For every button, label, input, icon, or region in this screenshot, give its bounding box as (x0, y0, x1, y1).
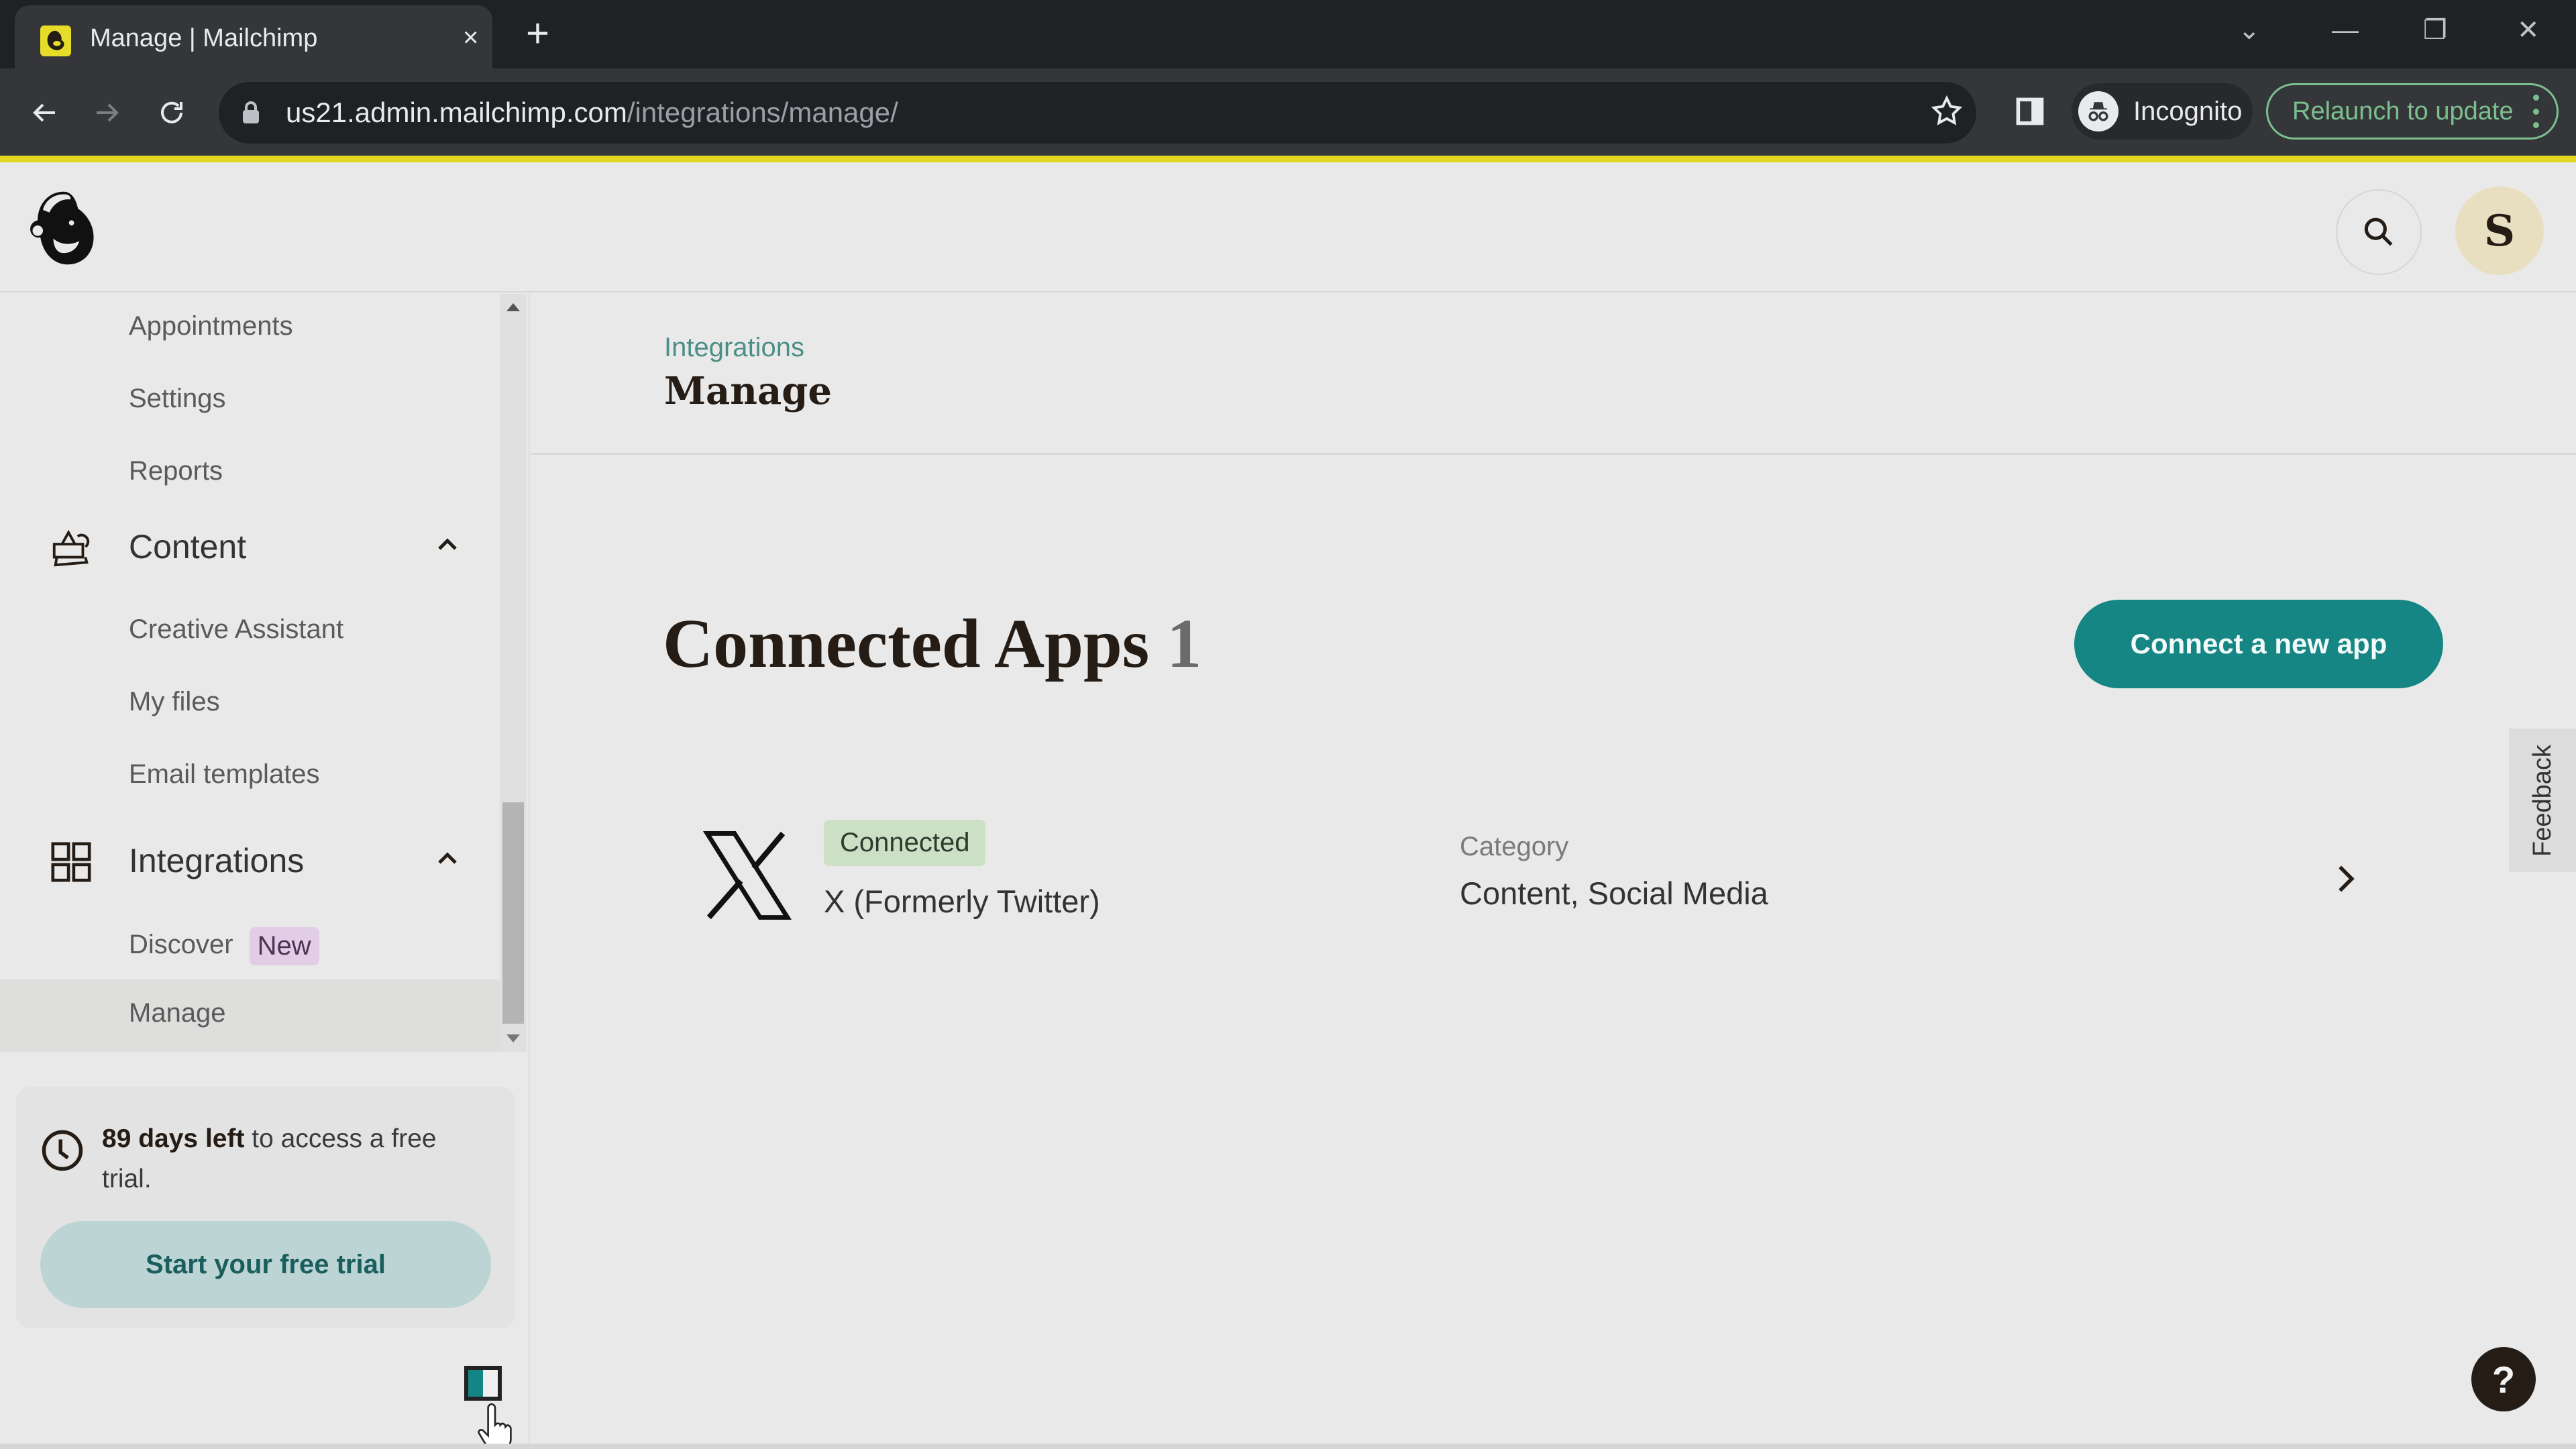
trial-days-left: 89 days left (102, 1124, 245, 1153)
back-button[interactable] (24, 93, 64, 133)
connected-apps-count: 1 (1167, 605, 1202, 682)
main-content: Integrations Manage Connected Apps 1 Con… (531, 294, 2576, 1449)
collapse-sidebar-icon[interactable] (464, 1366, 502, 1401)
connected-apps-heading: Connected Apps 1 (663, 604, 1201, 684)
sidebar-item-settings[interactable]: Settings (129, 384, 226, 414)
help-button[interactable]: ? (2471, 1347, 2536, 1411)
url-path: /integrations/manage/ (627, 97, 898, 128)
chevron-up-icon[interactable] (433, 531, 462, 558)
user-avatar[interactable]: S (2455, 186, 2544, 275)
feedback-tab[interactable]: Feedback (2509, 729, 2576, 872)
hand-cursor-icon (478, 1403, 512, 1449)
connect-new-app-button[interactable]: Connect a new app (2074, 600, 2443, 688)
app-name: X (Formerly Twitter) (824, 883, 1100, 919)
tab-close-icon[interactable]: × (463, 20, 478, 55)
more-menu-icon[interactable] (2532, 95, 2539, 128)
page-header: Integrations Manage (531, 294, 2576, 455)
reload-icon (161, 101, 182, 123)
trial-message: 89 days left to access a free trial. (102, 1119, 491, 1199)
bottom-edge (0, 1444, 2576, 1449)
window-close-icon[interactable]: ✕ (2517, 12, 2540, 48)
incognito-indicator[interactable]: Incognito (2072, 83, 2253, 140)
sidebar-item-creative-assistant[interactable]: Creative Assistant (129, 614, 343, 645)
sidebar-scrollbar[interactable] (500, 294, 527, 1052)
bookmark-star-icon[interactable] (1929, 94, 1964, 129)
free-trial-card: 89 days left to access a free trial. Sta… (16, 1087, 515, 1328)
search-icon (2364, 217, 2393, 246)
url-host: us21.admin.mailchimp.com (286, 97, 627, 128)
sidebar-item-email-templates[interactable]: Email templates (129, 759, 320, 790)
sidebar-item-label: Manage (129, 998, 226, 1028)
tab-title: Manage | Mailchimp (90, 24, 318, 52)
mailchimp-logo-icon[interactable] (24, 186, 103, 270)
clock-icon (42, 1130, 83, 1171)
sidebar-item-label: Discover (129, 930, 233, 960)
start-free-trial-button[interactable]: Start your free trial (40, 1221, 491, 1308)
sidebar-item-reports[interactable]: Reports (129, 456, 223, 486)
category-value: Content, Social Media (1460, 875, 1768, 911)
breadcrumb-integrations[interactable]: Integrations (664, 333, 804, 363)
connected-app-row[interactable]: Connected X (Formerly Twitter) Category … (664, 805, 2435, 946)
sidebar-item-manage[interactable]: Manage (0, 979, 500, 1052)
sidebar-item-appointments[interactable]: Appointments (129, 311, 293, 341)
category-label: Category (1460, 832, 1569, 861)
incognito-accent-line (0, 156, 2576, 162)
new-tab-button[interactable]: + (526, 12, 549, 55)
sidebar-group-label: Content (129, 528, 247, 566)
url-text: us21.admin.mailchimp.com/integrations/ma… (286, 97, 898, 129)
relaunch-button[interactable]: Relaunch to update (2266, 83, 2559, 140)
incognito-label: Incognito (2133, 97, 2243, 126)
lock-icon (243, 101, 259, 123)
minimize-icon[interactable]: — (2332, 12, 2359, 48)
scroll-down-arrow-icon[interactable] (506, 1034, 520, 1042)
sidebar-item-my-files[interactable]: My files (129, 687, 220, 717)
arrow-left-icon (33, 103, 55, 122)
address-bar[interactable]: us21.admin.mailchimp.com/integrations/ma… (219, 82, 1976, 144)
scroll-up-arrow-icon[interactable] (506, 303, 520, 311)
page-title: Manage (664, 369, 833, 413)
forward-button[interactable] (87, 93, 127, 133)
restore-icon[interactable]: ❐ (2423, 12, 2447, 48)
content-icon (52, 529, 90, 567)
tab-search-icon[interactable]: ⌄ (2238, 12, 2261, 48)
sidebar-item-discover[interactable]: Discover New (129, 927, 319, 965)
status-badge: Connected (824, 820, 986, 866)
app-header: S (0, 162, 2576, 292)
section-title-text: Connected Apps (663, 605, 1150, 682)
sidebar-nav-list: Appointments Settings Reports Content Cr… (0, 294, 500, 1052)
mailchimp-favicon-icon (40, 25, 71, 56)
incognito-icon (2078, 91, 2118, 131)
sidebar: Appointments Settings Reports Content Cr… (0, 294, 530, 1449)
sidebar-group-integrations[interactable]: Integrations (0, 825, 500, 892)
scrollbar-thumb[interactable] (502, 802, 524, 1024)
sidebar-group-content[interactable]: Content (0, 511, 500, 578)
relaunch-label: Relaunch to update (2292, 97, 2514, 125)
browser-tab[interactable]: Manage | Mailchimp × (15, 5, 492, 68)
feedback-label: Feedback (2528, 744, 2557, 857)
search-button[interactable] (2336, 189, 2422, 275)
arrow-right-icon (97, 103, 119, 122)
sidebar-group-label: Integrations (129, 842, 305, 879)
chevron-right-icon[interactable] (2336, 864, 2356, 894)
reload-button[interactable] (152, 93, 192, 133)
browser-tab-strip: Manage | Mailchimp × + ⌄ — ❐ ✕ (0, 0, 2576, 68)
grid-icon (51, 842, 91, 882)
side-panel-icon[interactable] (2015, 97, 2045, 126)
x-twitter-logo-icon (702, 831, 792, 920)
new-badge: New (249, 927, 319, 965)
chevron-up-icon[interactable] (433, 845, 462, 872)
